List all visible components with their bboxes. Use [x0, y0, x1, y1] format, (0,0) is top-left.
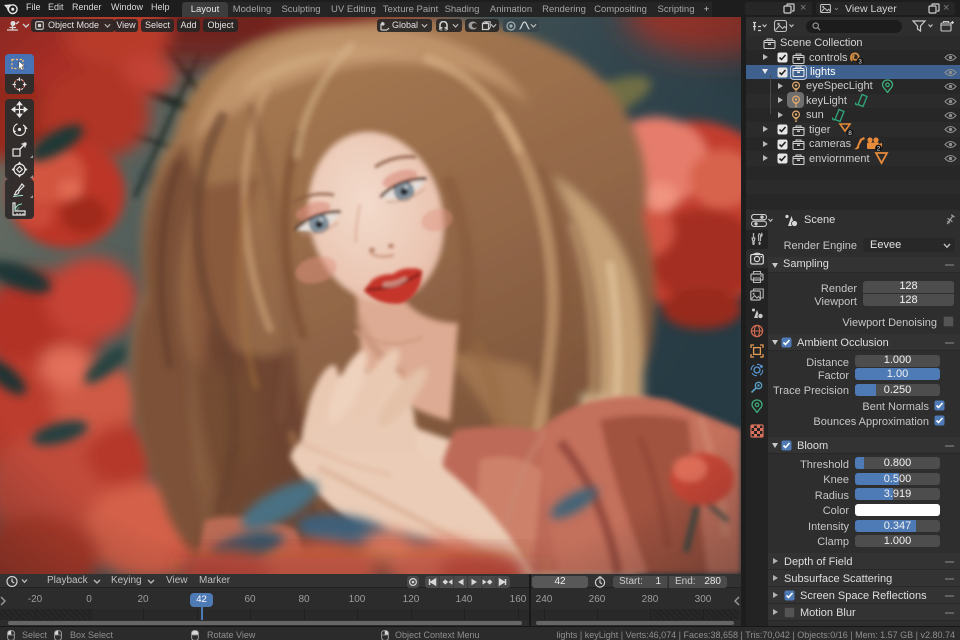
- svg-text:3: 3: [858, 58, 862, 65]
